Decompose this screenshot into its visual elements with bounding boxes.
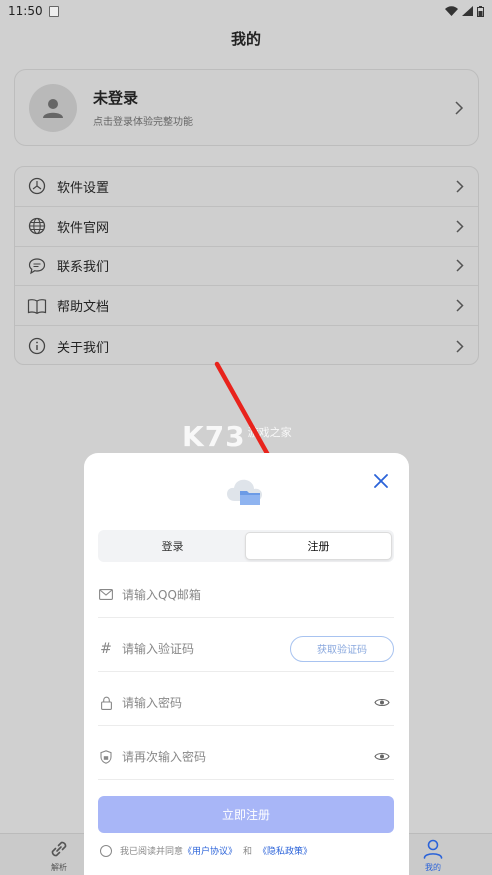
status-icons <box>445 5 484 17</box>
wifi-icon <box>445 6 458 16</box>
notification-icon <box>48 5 59 17</box>
close-icon[interactable] <box>373 473 389 489</box>
password-row <box>98 680 394 726</box>
menu-item-label: 软件官网 <box>57 220 110 236</box>
user-icon <box>43 98 63 118</box>
password-input[interactable] <box>122 695 374 710</box>
privacy-policy-link[interactable]: 《隐私政策》 <box>258 844 312 857</box>
globe-icon <box>28 218 46 235</box>
status-bar: 11:50 <box>0 0 492 22</box>
nav-label: 解析 <box>51 863 67 872</box>
email-field-row <box>98 572 394 618</box>
register-submit-button[interactable]: 立即注册 <box>98 796 394 833</box>
verification-code-input[interactable] <box>122 641 290 656</box>
tab-register[interactable]: 注册 <box>245 532 392 560</box>
agree-checkbox[interactable] <box>100 844 112 857</box>
user-outline-icon <box>423 839 443 859</box>
cloud-folder-icon <box>227 479 262 505</box>
shield-lock-icon <box>98 749 114 764</box>
menu-item-help-docs[interactable]: 帮助文档 <box>15 286 478 327</box>
verification-code-row: # 获取验证码 <box>98 626 394 672</box>
nav-tab-mine[interactable]: 我的 <box>422 838 444 873</box>
email-input[interactable] <box>122 587 394 602</box>
link-icon <box>51 841 67 857</box>
user-agreement-link[interactable]: 《用户协议》 <box>183 844 237 857</box>
login-prompt-card[interactable]: 未登录 点击登录体验完整功能 <box>14 69 479 146</box>
menu-item-label: 关于我们 <box>57 340 110 356</box>
chevron-right-icon <box>456 340 464 353</box>
status-time: 11:50 <box>8 4 43 18</box>
confirm-password-input[interactable] <box>122 749 374 764</box>
chevron-right-icon <box>456 299 464 312</box>
menu-item-contact-us[interactable]: 联系我们 <box>15 247 478 287</box>
eye-icon[interactable] <box>374 697 390 708</box>
lock-icon <box>98 696 114 710</box>
signal-icon <box>462 6 473 16</box>
nav-label: 我的 <box>425 863 441 872</box>
profile-name: 未登录 <box>93 89 139 107</box>
menu-item-software-settings[interactable]: 软件设置 <box>15 167 478 207</box>
k73-watermark: K73 游戏之家 <box>182 420 292 453</box>
mail-icon <box>98 589 114 600</box>
chevron-right-icon <box>456 180 464 193</box>
avatar <box>29 83 77 132</box>
menu-item-label: 帮助文档 <box>57 300 110 316</box>
book-icon <box>27 298 47 314</box>
eye-icon[interactable] <box>374 751 390 762</box>
menu-item-label: 软件设置 <box>57 180 110 196</box>
settings-menu: 软件设置 软件官网 联系我们 帮助文档 关于我们 <box>14 166 479 365</box>
profile-subtitle: 点击登录体验完整功能 <box>93 117 193 128</box>
menu-item-about-us[interactable]: 关于我们 <box>15 326 478 364</box>
agreement-row: 我已阅读并同意 《用户协议》 和 《隐私政策》 <box>100 844 312 857</box>
chevron-right-icon <box>455 100 464 115</box>
battery-icon <box>477 5 484 17</box>
confirm-password-row <box>98 734 394 780</box>
settings-icon <box>28 178 46 195</box>
watermark-brand: K73 <box>182 420 246 453</box>
chevron-right-icon <box>456 259 464 273</box>
hash-icon: # <box>100 640 112 657</box>
page-title: 我的 <box>230 30 261 48</box>
agree-and-text: 和 <box>243 847 253 857</box>
nav-tab-parse[interactable]: 解析 <box>48 838 70 873</box>
agree-text: 我已阅读并同意 <box>120 847 184 857</box>
menu-item-label: 联系我们 <box>57 260 110 276</box>
tab-login[interactable]: 登录 <box>100 532 245 560</box>
menu-item-official-website[interactable]: 软件官网 <box>15 207 478 247</box>
watermark-subtitle: 游戏之家 <box>247 426 292 439</box>
chevron-right-icon <box>456 220 464 233</box>
get-code-button[interactable]: 获取验证码 <box>290 635 394 662</box>
chat-icon <box>28 258 46 275</box>
info-icon <box>28 337 46 355</box>
auth-tabs: 登录 注册 <box>98 530 394 562</box>
register-dialog: 登录 注册 # 获取验证码 立即注册 我已阅读并同意 《用户协议》 和 《隐私政… <box>84 453 409 875</box>
